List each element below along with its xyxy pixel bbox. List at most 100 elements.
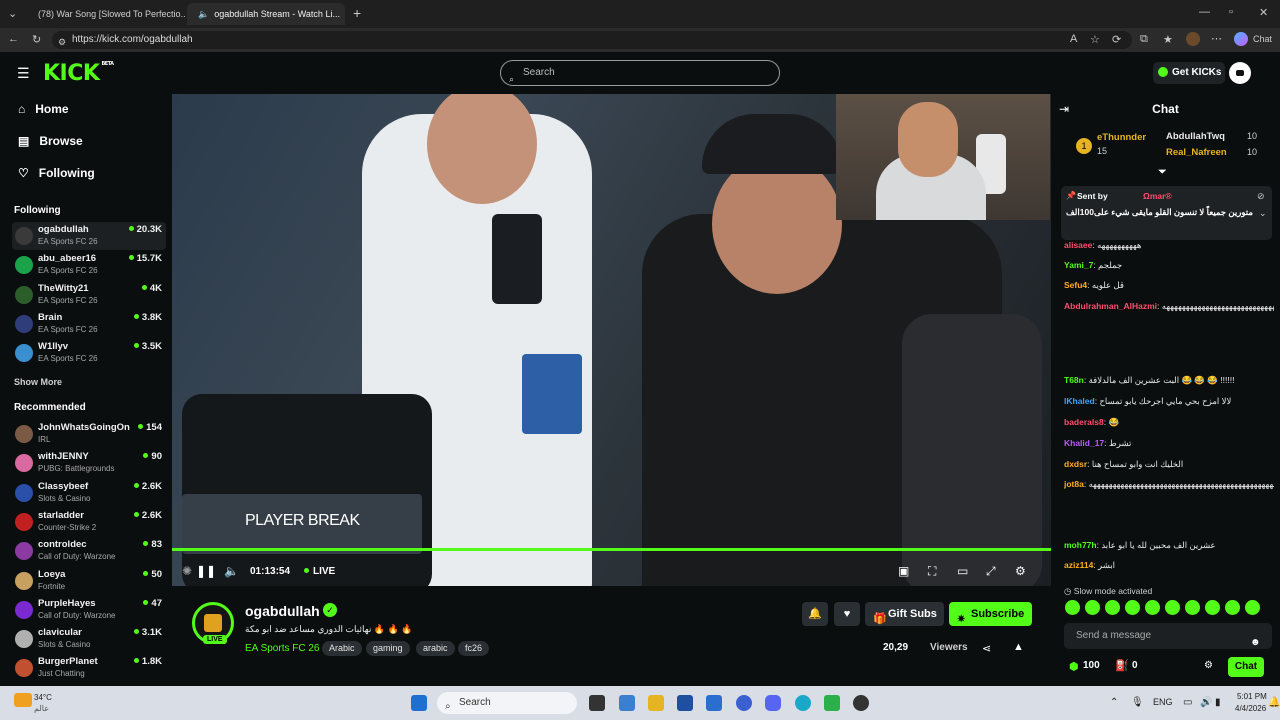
emote-icon[interactable] bbox=[1145, 600, 1160, 615]
top-gifter-name[interactable]: Real_Nafreen bbox=[1166, 147, 1227, 158]
new-tab-icon[interactable]: + bbox=[353, 5, 361, 21]
channel-item[interactable]: TheWitty21 EA Sports FC 26 4K bbox=[12, 281, 166, 309]
chat-username[interactable]: lKhaled bbox=[1064, 396, 1095, 406]
progress-bar[interactable] bbox=[172, 548, 1051, 551]
channel-item[interactable]: controldec Call of Duty: Warzone 83 bbox=[12, 537, 166, 565]
tag[interactable]: fc26 bbox=[458, 641, 490, 656]
emote-icon[interactable] bbox=[1105, 600, 1120, 615]
nav-home[interactable]: ⌂ Home bbox=[18, 102, 69, 116]
channel-item[interactable]: W1llyv EA Sports FC 26 3.5K bbox=[12, 339, 166, 367]
subscribe-button[interactable]: ✷ Subscribe bbox=[949, 602, 1032, 626]
channel-item[interactable]: ogabdullah EA Sports FC 26 20.3K bbox=[12, 222, 166, 250]
chat-username[interactable]: T68n bbox=[1064, 375, 1084, 385]
weather-icon[interactable] bbox=[14, 693, 32, 707]
emote-icon[interactable] bbox=[1225, 600, 1240, 615]
pause-button[interactable]: ❚❚ bbox=[196, 564, 216, 578]
favorites-icon[interactable]: ★ bbox=[1163, 33, 1173, 46]
chat-username[interactable]: aziz114 bbox=[1064, 560, 1093, 570]
store-icon[interactable] bbox=[677, 695, 693, 711]
chat-username[interactable]: Abdulrahman_AlHazmi bbox=[1064, 301, 1157, 311]
nav-following[interactable]: ♡ Following bbox=[18, 166, 95, 180]
show-more-link[interactable]: Show More bbox=[14, 377, 62, 387]
channel-item[interactable]: JohnWhatsGoingOn IRL 154 bbox=[12, 420, 166, 448]
channel-item[interactable]: clavicular Slots & Casino 3.1K bbox=[12, 625, 166, 653]
kick-logo[interactable]: KICK BETA bbox=[43, 61, 114, 86]
pip-icon[interactable]: ▣ bbox=[898, 564, 909, 578]
emote-icon[interactable] bbox=[1165, 600, 1180, 615]
chat-username[interactable]: dxdsr bbox=[1064, 459, 1087, 469]
theater-icon[interactable]: ▭ bbox=[957, 564, 968, 578]
file-explorer-icon[interactable] bbox=[648, 695, 664, 711]
tag[interactable]: gaming bbox=[366, 641, 410, 656]
clock-date[interactable]: 4/4/2026 bbox=[1235, 704, 1266, 713]
notifications-icon[interactable]: 🔔 bbox=[1268, 697, 1280, 708]
app-dark-icon[interactable] bbox=[853, 695, 869, 711]
mic-icon[interactable]: 🎙 bbox=[1131, 697, 1144, 708]
pinned-user[interactable]: Ωmar® bbox=[1143, 191, 1172, 201]
profile-avatar-icon[interactable] bbox=[1186, 32, 1200, 46]
chat-settings-icon[interactable]: ⚙ bbox=[1204, 660, 1213, 671]
refresh-extension-icon[interactable]: ⟳ bbox=[1112, 33, 1121, 46]
mail-icon[interactable] bbox=[706, 695, 722, 711]
streamer-name[interactable]: ogabdullah bbox=[245, 603, 320, 619]
chat-username[interactable]: Sefu4 bbox=[1064, 280, 1087, 290]
more-icon[interactable]: ⋯ bbox=[1211, 32, 1222, 45]
chevron-down-icon[interactable]: ⌄ bbox=[1259, 208, 1267, 219]
report-icon[interactable]: ▲ bbox=[1013, 641, 1024, 653]
emoji-icon[interactable]: ☻ bbox=[1250, 630, 1261, 656]
discord-icon[interactable] bbox=[765, 695, 781, 711]
channel-item[interactable]: Loeya Fortnite 50 bbox=[12, 567, 166, 595]
live-indicator[interactable]: LIVE bbox=[304, 566, 335, 577]
share-icon[interactable]: ⋖ bbox=[982, 642, 991, 655]
channel-item[interactable]: withJENNY PUBG: Battlegrounds 90 bbox=[12, 449, 166, 477]
nav-browse[interactable]: ▤ Browse bbox=[18, 134, 83, 148]
chat-username[interactable]: Yami_7 bbox=[1064, 260, 1093, 270]
url-field[interactable]: ⚙ https://kick.com/ogabdullah bbox=[52, 31, 1132, 49]
close-window-icon[interactable]: ✕ bbox=[1259, 6, 1268, 19]
fullscreen-icon[interactable]: ⤢ bbox=[986, 564, 996, 579]
battery-icon[interactable]: ▮ bbox=[1215, 697, 1221, 708]
chat-username[interactable]: alisaee bbox=[1064, 240, 1092, 250]
chat-username[interactable]: moh77h bbox=[1064, 540, 1097, 550]
gift-subs-button[interactable]: 🎁 Gift Subs bbox=[865, 602, 944, 626]
settings-gear-icon[interactable]: ⚙ bbox=[1015, 564, 1026, 578]
top-gifter-name[interactable]: AbdullahTwq bbox=[1166, 131, 1225, 142]
taskbar-search[interactable]: ⌕ Search bbox=[437, 692, 577, 714]
favorite-icon[interactable]: ☆ bbox=[1090, 33, 1100, 46]
volume-icon[interactable]: 🔈 bbox=[224, 564, 239, 578]
chat-username[interactable]: baderals8 bbox=[1064, 417, 1104, 427]
windows-start-icon[interactable] bbox=[411, 695, 427, 711]
clock-time[interactable]: 5:01 PM bbox=[1237, 692, 1267, 701]
unpin-icon[interactable]: ⊘ bbox=[1257, 191, 1265, 202]
channel-item[interactable]: Brain EA Sports FC 26 3.8K bbox=[12, 310, 166, 338]
channel-item[interactable]: BurgerPlanet Just Chatting 1.8K bbox=[12, 654, 166, 682]
get-kicks-button[interactable]: Get KICKs bbox=[1153, 62, 1225, 84]
site-info-icon[interactable]: ⚙ bbox=[58, 33, 66, 51]
extensions-icon[interactable]: ⧉ bbox=[1140, 33, 1148, 46]
top-gifter-name[interactable]: eThunnder bbox=[1097, 132, 1146, 143]
read-aloud-icon[interactable]: A bbox=[1070, 33, 1077, 45]
user-avatar[interactable] bbox=[1229, 62, 1251, 84]
search-input[interactable]: ⌕ Search bbox=[500, 60, 780, 86]
reload-icon[interactable]: ↻ bbox=[32, 33, 41, 46]
expand-filter-icon[interactable]: ⏷ bbox=[1158, 166, 1167, 179]
emote-icon[interactable] bbox=[1185, 600, 1200, 615]
emote-icon[interactable] bbox=[1085, 600, 1100, 615]
clip-icon[interactable]: ⛶ bbox=[928, 564, 936, 579]
tab-menu-icon[interactable]: ⌄ bbox=[8, 7, 17, 20]
follow-heart-button[interactable]: ♥ bbox=[834, 602, 860, 626]
emote-icon[interactable] bbox=[1125, 600, 1140, 615]
channel-item[interactable]: Classybeef Slots & Casino 2.6K bbox=[12, 479, 166, 507]
chat-username[interactable]: Khalid_17 bbox=[1064, 438, 1104, 448]
channel-item[interactable]: PurpleHayes Call of Duty: Warzone 47 bbox=[12, 596, 166, 624]
points-icon[interactable]: ⛽ bbox=[1115, 659, 1129, 672]
menu-icon[interactable]: ☰ bbox=[17, 65, 30, 82]
speaker-icon[interactable]: 🔈 bbox=[198, 9, 209, 20]
tag[interactable]: Arabic bbox=[322, 641, 362, 656]
back-icon[interactable]: ← bbox=[8, 33, 19, 45]
copilot-app-icon[interactable] bbox=[619, 695, 635, 711]
edge-icon[interactable] bbox=[795, 695, 811, 711]
emote-icon[interactable] bbox=[1245, 600, 1260, 615]
tag[interactable]: arabic bbox=[416, 641, 455, 656]
app-icon[interactable] bbox=[736, 695, 752, 711]
